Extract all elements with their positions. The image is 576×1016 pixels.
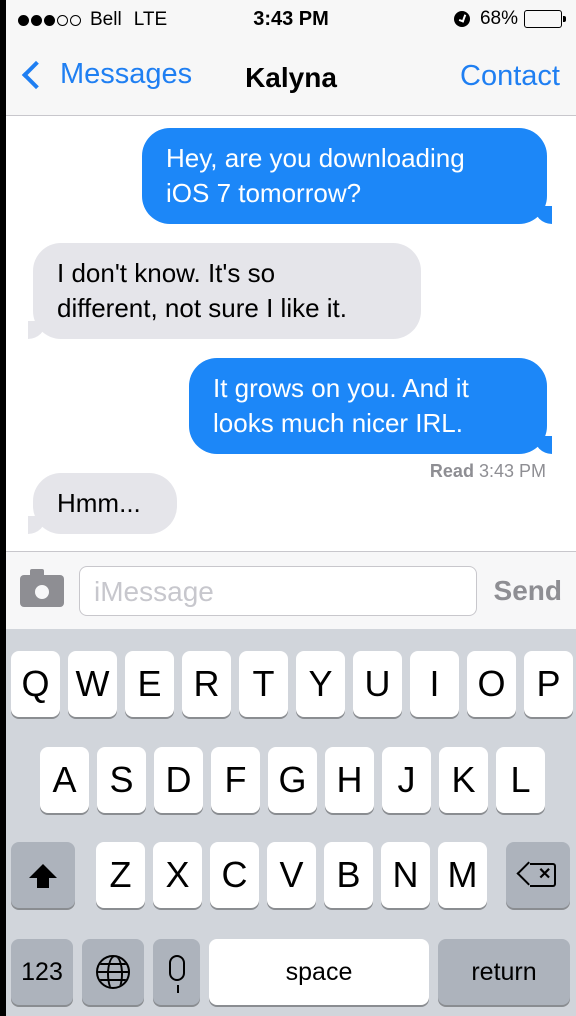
key-h[interactable]: H — [325, 747, 374, 813]
outgoing-message-bubble[interactable]: Hey, are you downloading iOS 7 tomorrow? — [142, 128, 552, 224]
key-i[interactable]: I — [410, 651, 459, 717]
incoming-message-bubble[interactable]: I don't know. It's so different, not sur… — [28, 243, 421, 339]
key-e[interactable]: E — [125, 651, 174, 717]
incoming-message-bubble[interactable]: Hmm... — [28, 473, 177, 534]
key-d[interactable]: D — [154, 747, 203, 813]
messages-screen: Bell LTE 3:43 PM 68% Messages Kalyna Con… — [6, 0, 576, 1016]
message-list[interactable]: Hey, are you downloading iOS 7 tomorrow?… — [6, 117, 576, 551]
globe-icon — [96, 955, 130, 989]
key-c[interactable]: C — [210, 842, 259, 908]
key-w[interactable]: W — [68, 651, 117, 717]
key-b[interactable]: B — [324, 842, 373, 908]
microphone-icon — [168, 955, 185, 993]
message-input-bar: iMessage Send — [6, 551, 576, 629]
backspace-key[interactable]: ✕ — [506, 842, 570, 908]
message-line: Hey, are you downloading — [166, 143, 465, 173]
shift-arrow-icon — [29, 864, 57, 888]
key-f[interactable]: F — [211, 747, 260, 813]
battery-percent: 68% — [479, 8, 518, 29]
key-k[interactable]: K — [439, 747, 488, 813]
contact-button[interactable]: Contact — [460, 60, 560, 93]
message-line: looks much nicer IRL. — [213, 408, 463, 438]
space-key[interactable]: space — [209, 939, 429, 1005]
key-o[interactable]: O — [467, 651, 516, 717]
navigation-bar: Messages Kalyna Contact — [6, 40, 576, 116]
key-t[interactable]: T — [239, 651, 288, 717]
keyboard: ✕ 123 space return QWERTYUIOP ASDFGHJKL ZX… — [6, 629, 576, 1016]
message-input[interactable]: iMessage — [79, 566, 477, 616]
status-bar: Bell LTE 3:43 PM 68% — [6, 0, 576, 40]
key-r[interactable]: R — [182, 651, 231, 717]
key-a[interactable]: A — [40, 747, 89, 813]
battery-icon — [524, 10, 566, 28]
key-j[interactable]: J — [382, 747, 431, 813]
key-l[interactable]: L — [496, 747, 545, 813]
key-g[interactable]: G — [268, 747, 317, 813]
backspace-icon: ✕ — [516, 861, 556, 887]
key-p[interactable]: P — [524, 651, 573, 717]
read-label: Read — [429, 461, 474, 481]
bubble-tail — [534, 436, 552, 454]
key-q[interactable]: Q — [11, 651, 60, 717]
outgoing-message-bubble[interactable]: It grows on you. And it looks much nicer… — [189, 358, 552, 454]
return-key[interactable]: return — [438, 939, 570, 1005]
key-x[interactable]: X — [153, 842, 202, 908]
read-time: 3:43 PM — [478, 461, 546, 481]
message-line: Hmm... — [57, 488, 141, 518]
key-u[interactable]: U — [353, 651, 402, 717]
key-n[interactable]: N — [381, 842, 430, 908]
camera-icon[interactable] — [20, 569, 64, 607]
status-right: 68% — [453, 8, 566, 30]
message-line: iOS 7 tomorrow? — [166, 178, 362, 208]
camera-lens — [32, 582, 52, 602]
shift-key[interactable] — [11, 842, 75, 908]
key-v[interactable]: V — [267, 842, 316, 908]
read-receipt: Read 3:43 PM — [430, 461, 546, 482]
key-z[interactable]: Z — [96, 842, 145, 908]
numbers-key[interactable]: 123 — [11, 939, 73, 1005]
bubble-tail — [28, 321, 46, 339]
alarm-icon — [453, 11, 470, 27]
bubble-tail — [28, 516, 46, 534]
dictation-key[interactable] — [153, 939, 200, 1005]
globe-key[interactable] — [82, 939, 144, 1005]
message-line: It grows on you. And it — [213, 373, 469, 403]
send-button[interactable]: Send — [494, 575, 562, 607]
message-line: I don't know. It's so — [57, 258, 276, 288]
key-y[interactable]: Y — [296, 651, 345, 717]
key-s[interactable]: S — [97, 747, 146, 813]
message-line: different, not sure I like it. — [57, 293, 347, 323]
bubble-tail — [534, 206, 552, 224]
key-m[interactable]: M — [438, 842, 487, 908]
